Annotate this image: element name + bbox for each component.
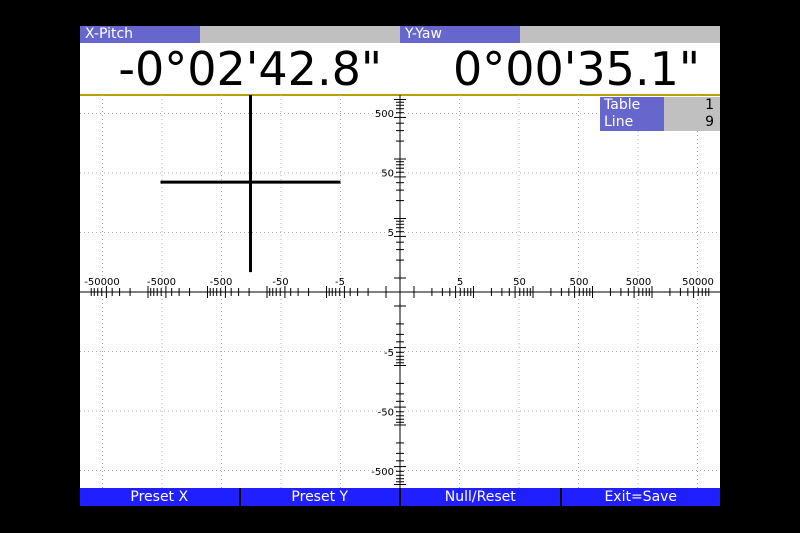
x-tick-label: -5 (335, 277, 345, 288)
x-tick-label: -50 (272, 277, 288, 288)
x-tick-label: 50 (513, 277, 526, 288)
y-tick-label: 5 (388, 228, 394, 239)
line-label: Line (600, 114, 664, 131)
y-tick-label: 500 (375, 109, 394, 120)
x-tick-label: -500 (210, 277, 233, 288)
exit-save-button[interactable]: Exit=Save (561, 488, 720, 506)
y-tick-label: 50 (381, 169, 394, 180)
x-pitch-label: X-Pitch (80, 26, 200, 43)
line-value: 9 (664, 114, 720, 131)
x-tick-label: -5000 (147, 277, 176, 288)
preset-y-button[interactable]: Preset Y (240, 488, 401, 506)
x-header-bar (200, 26, 400, 43)
table-value: 1 (664, 97, 720, 114)
table-label: Table (600, 97, 664, 114)
y-tick-label: -5 (384, 348, 394, 359)
plot-axes (80, 95, 720, 489)
table-info-box: Table 1 Line 9 (600, 97, 720, 132)
y-header-bar (520, 26, 720, 43)
null-reset-button[interactable]: Null/Reset (401, 488, 562, 506)
x-tick-label: 5000 (626, 277, 651, 288)
y-yaw-label: Y-Yaw (400, 26, 520, 43)
preset-x-button[interactable]: Preset X (80, 488, 241, 506)
x-tick-label: 500 (569, 277, 588, 288)
instrument-screen: X-Pitch Y-Yaw -0°02'42.8" 0°00'35.1" -50… (80, 26, 720, 506)
y-tick-label: -50 (378, 408, 394, 419)
log-target-plot: -50000 -5000 -500 -50 -5 5 50 500 5000 50000 500 50… (80, 95, 720, 489)
y-tick-label: -500 (371, 467, 394, 478)
softkey-bar: Preset X Preset Y Null/Reset Exit=Save (80, 488, 720, 506)
x-tick-label: -50000 (84, 277, 119, 288)
crosshair-marker (160, 95, 341, 273)
y-yaw-reading: 0°00'35.1" (452, 42, 700, 96)
x-tick-label: 50000 (682, 277, 714, 288)
x-pitch-reading: -0°02'42.8" (118, 42, 382, 96)
x-tick-label: 5 (457, 277, 463, 288)
